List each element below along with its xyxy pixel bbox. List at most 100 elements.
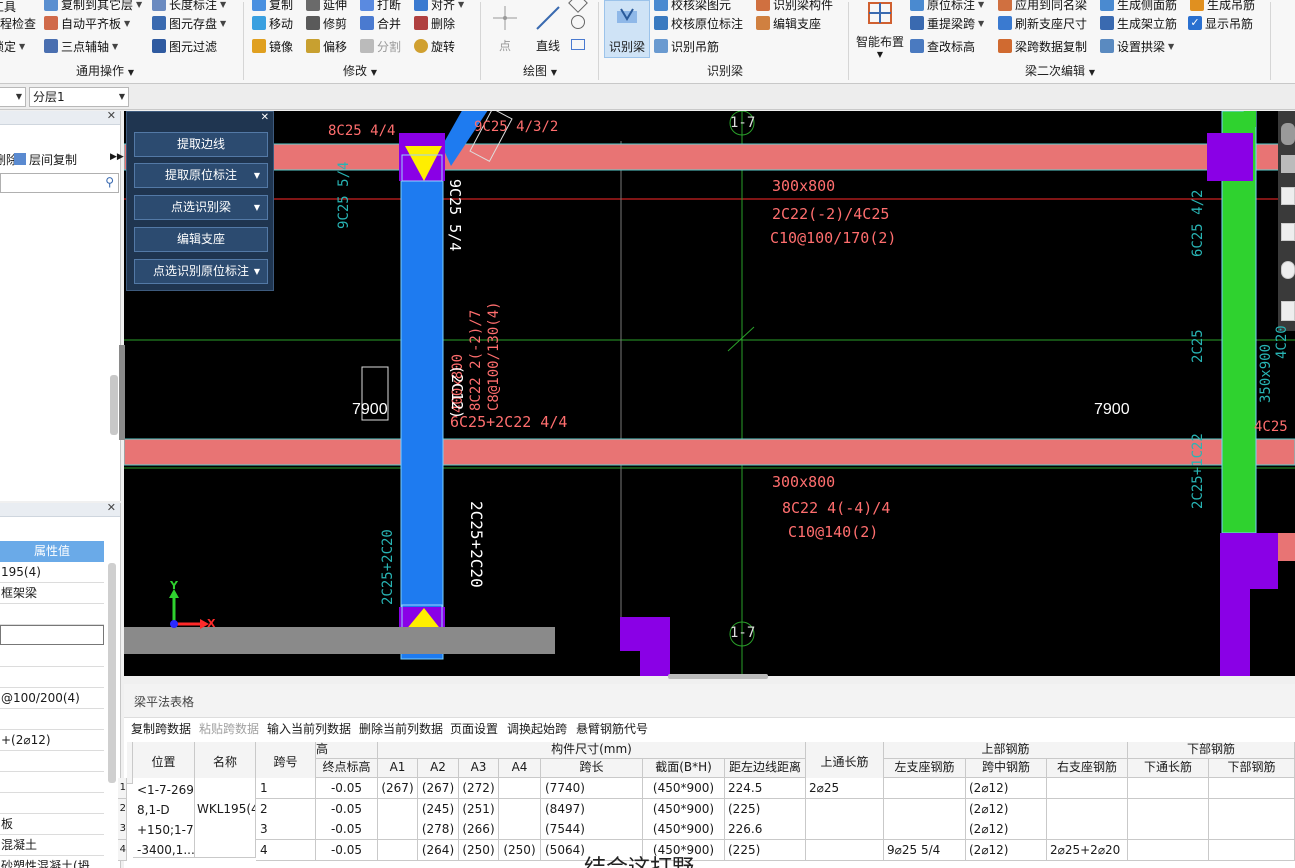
- table-cell-a4[interactable]: [499, 819, 541, 840]
- table-cell-a2[interactable]: (267): [418, 778, 459, 799]
- table-cell-left-sup[interactable]: 9⌀25 5/4: [884, 839, 966, 861]
- extract-edges-button[interactable]: 提取边线: [134, 132, 268, 157]
- scrollbar-thumb[interactable]: [108, 563, 116, 783]
- recognize-beam-button[interactable]: 识别梁: [604, 0, 650, 58]
- recognize-beam-member-button[interactable]: 识别梁构件: [756, 0, 833, 14]
- table-cell-elev[interactable]: -0.05: [316, 819, 378, 840]
- prop-value-row[interactable]: [0, 667, 104, 688]
- view-grid-icon[interactable]: [1281, 301, 1295, 321]
- extract-annotation-button[interactable]: 提取原位标注 ▼: [134, 163, 268, 188]
- move-button[interactable]: 移动: [252, 13, 293, 33]
- view-zoom-icon[interactable]: [1281, 261, 1295, 279]
- table-cell-left-sup[interactable]: [884, 819, 966, 840]
- table-cell-dist[interactable]: 226.6: [725, 819, 806, 840]
- table-cell-span[interactable]: 2: [256, 798, 316, 820]
- length-dim-button[interactable]: 长度标注 ▼: [152, 0, 226, 14]
- pick-recognize-annotation-button[interactable]: 点选识别原位标注 ▼: [134, 259, 268, 284]
- cantilever-rebar-code-button[interactable]: 悬臂钢筋代号: [576, 720, 648, 737]
- draw-point-button[interactable]: 点: [490, 4, 520, 54]
- table-cell-dist[interactable]: (225): [725, 798, 806, 820]
- prop-value-row[interactable]: 混凝土: [0, 835, 104, 856]
- name-cell[interactable]: WKL195(4): [195, 778, 256, 858]
- input-column-data-button[interactable]: 输入当前列数据: [267, 720, 351, 737]
- rect-icon[interactable]: [571, 39, 585, 50]
- table-cell-right-sup[interactable]: [1047, 798, 1128, 820]
- copy-span-data-button[interactable]: 复制跨数据: [131, 720, 191, 737]
- ribbon-lock-button[interactable]: 锁定▼: [0, 36, 25, 56]
- prop-value-row[interactable]: 砂塑性混凝土(坍: [0, 856, 104, 868]
- recognize-hanger-button[interactable]: 识别吊筋: [654, 36, 719, 56]
- gen-side-rebar-button[interactable]: 生成侧面筋: [1100, 0, 1177, 14]
- prop-value-row[interactable]: 框架梁: [0, 583, 104, 604]
- prop-value-row[interactable]: @100/200(4): [0, 688, 104, 709]
- extend-button[interactable]: 延伸: [306, 0, 347, 14]
- delete-column-data-button[interactable]: 删除当前列数据: [359, 720, 443, 737]
- set-arch-beam-button[interactable]: 设置拱梁 ▼: [1100, 36, 1174, 56]
- rotate-button[interactable]: 旋转: [414, 36, 455, 56]
- table-cell-mid[interactable]: (2⌀12): [966, 778, 1047, 799]
- table-cell-top-thru[interactable]: [806, 798, 884, 820]
- prop-value-row[interactable]: [0, 793, 104, 814]
- check-elevation-button[interactable]: 查改标高: [910, 36, 975, 56]
- offset-button[interactable]: 偏移: [306, 36, 347, 56]
- in-place-annotation-button[interactable]: 原位标注 ▼: [910, 0, 984, 14]
- element-filter-button[interactable]: 图元过滤: [152, 36, 217, 56]
- prop-value-row-active[interactable]: [0, 625, 104, 645]
- table-cell-a3[interactable]: (272): [459, 778, 499, 799]
- gen-hanger-button[interactable]: 生成吊筋: [1190, 0, 1255, 14]
- component-search-input[interactable]: ⚲: [0, 173, 119, 193]
- gen-erection-rebar-button[interactable]: 生成架立筋: [1100, 13, 1177, 33]
- table-cell-a1[interactable]: (267): [378, 778, 418, 799]
- table-cell-a2[interactable]: (245): [418, 798, 459, 820]
- ribbon-check-button[interactable]: 工程检查: [0, 13, 36, 33]
- re-extract-span-button[interactable]: 重提梁跨 ▼: [910, 13, 984, 33]
- table-cell-a1[interactable]: [378, 819, 418, 840]
- edit-support-button[interactable]: 编辑支座: [756, 13, 821, 33]
- close-icon[interactable]: ✕: [107, 501, 116, 514]
- close-icon[interactable]: ✕: [261, 112, 269, 123]
- more-icon[interactable]: ▶▶: [110, 152, 124, 162]
- copy-button[interactable]: 复制: [252, 0, 293, 14]
- table-cell-top-thru[interactable]: 2⌀25: [806, 778, 884, 799]
- close-icon[interactable]: ✕: [107, 109, 116, 122]
- refresh-support-button[interactable]: 刷新支座尺寸: [998, 13, 1087, 33]
- sublayer-combo[interactable]: 分层1 ▼: [29, 87, 129, 107]
- table-cell-bot-thru[interactable]: [1128, 778, 1209, 799]
- view-top-icon[interactable]: [1281, 223, 1295, 241]
- table-cell-a3[interactable]: (266): [459, 819, 499, 840]
- table-cell-bot[interactable]: [1209, 839, 1295, 861]
- floor-combo[interactable]: ▼: [0, 87, 26, 107]
- table-cell-span[interactable]: 3: [256, 819, 316, 840]
- panel-collapse-handle[interactable]: [119, 345, 125, 440]
- view-orbit-icon[interactable]: [1281, 123, 1295, 145]
- table-cell-right-sup[interactable]: 2⌀25+2⌀20: [1047, 839, 1128, 861]
- table-cell-right-sup[interactable]: [1047, 819, 1128, 840]
- paste-span-data-button[interactable]: 粘贴跨数据: [199, 720, 259, 737]
- smart-layout-button[interactable]: 智能布置 ▼: [854, 0, 906, 59]
- table-cell-bot-thru[interactable]: [1128, 819, 1209, 840]
- table-cell-dist[interactable]: 224.5: [725, 778, 806, 799]
- copy-span-data-button[interactable]: 梁跨数据复制: [998, 36, 1087, 56]
- table-cell-a4[interactable]: [499, 778, 541, 799]
- table-cell-mid[interactable]: (2⌀12): [966, 819, 1047, 840]
- pick-recognize-beam-button[interactable]: 点选识别梁 ▼: [134, 195, 268, 220]
- prop-value-row[interactable]: [0, 709, 104, 730]
- table-cell-right-sup[interactable]: [1047, 778, 1128, 799]
- element-save-button[interactable]: 图元存盘 ▼: [152, 13, 226, 33]
- auto-align-slab-button[interactable]: 自动平齐板 ▼: [44, 13, 130, 33]
- table-cell-a2[interactable]: (264): [418, 839, 459, 861]
- position-cell[interactable]: <1-7-269 8,1-D +150;1-7 -3400,1...: [133, 778, 195, 858]
- table-cell-top-thru[interactable]: [806, 819, 884, 840]
- table-cell-dist[interactable]: (225): [725, 839, 806, 861]
- table-cell-bot[interactable]: [1209, 819, 1295, 840]
- mirror-button[interactable]: 镜像: [252, 36, 293, 56]
- scrollbar-thumb[interactable]: [110, 375, 118, 435]
- circle-icon[interactable]: [571, 15, 585, 29]
- show-hanger-checkbox[interactable]: ✓ 显示吊筋: [1188, 13, 1253, 33]
- swap-start-span-button[interactable]: 调换起始跨: [507, 720, 567, 737]
- table-cell-len[interactable]: (8497): [541, 798, 643, 820]
- table-cell-a1[interactable]: [378, 839, 418, 861]
- cad-canvas[interactable]: 8C25 4/4 9C25 4/3/2 9C25 5/4 9C25 5/4 1-…: [124, 111, 1295, 676]
- trim-button[interactable]: 修剪: [306, 13, 347, 33]
- prop-value-row[interactable]: 板: [0, 814, 104, 835]
